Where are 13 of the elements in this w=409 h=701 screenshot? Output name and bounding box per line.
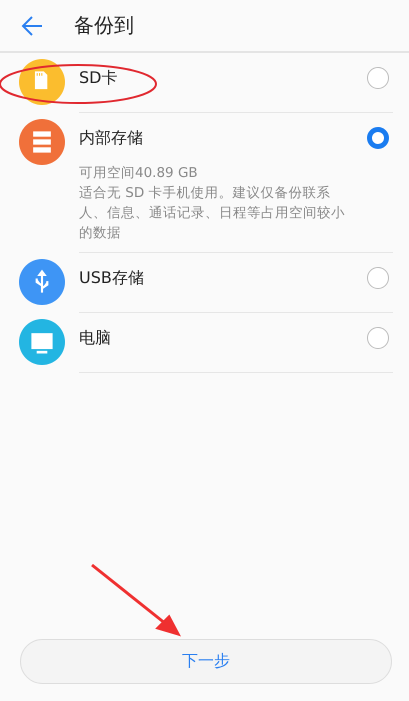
radio-button[interactable] [367,67,389,89]
description-text: 适合无 SD 卡手机使用。建议仅备份联系人、信息、通话记录、日程等占用空间较小的数据 [79,184,346,243]
next-button[interactable]: 下一步 [20,639,392,684]
back-icon[interactable] [20,14,44,38]
radio-button[interactable] [367,267,389,289]
page-title: 备份到 [74,12,134,39]
option-label[interactable]: 电脑 [79,328,111,348]
option-label[interactable]: USB存储 [79,268,144,288]
radio-button[interactable] [367,127,389,149]
radio-button[interactable] [367,327,389,349]
option-label[interactable]: SD卡 [79,68,118,88]
free-space-text: 可用空间40.89 GB [79,164,199,183]
option-label[interactable]: 内部存储 [79,128,143,148]
